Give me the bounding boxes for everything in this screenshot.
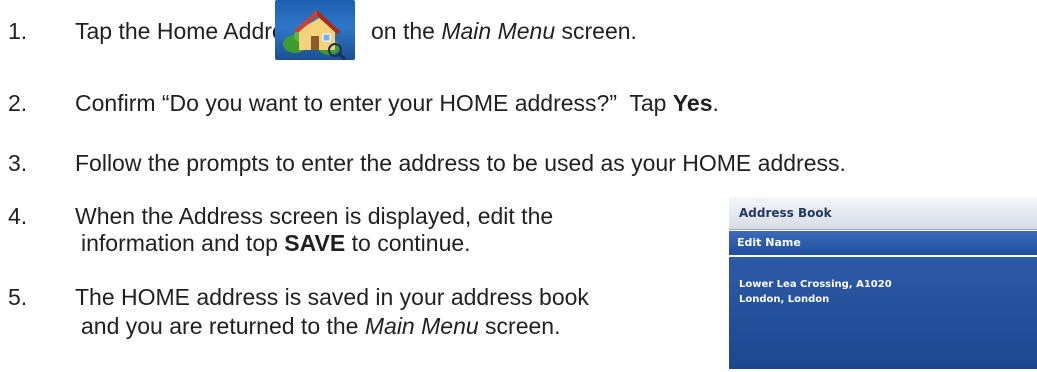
step-number: 2.	[8, 90, 28, 116]
step-text-line1: The HOME address is saved in your addres…	[75, 284, 589, 310]
step-number: 1.	[8, 18, 28, 44]
address-panel: Lower Lea Crossing, A1020 London, London	[729, 257, 1037, 369]
address-book-header: Address Book	[729, 197, 1037, 230]
step-text-post: screen.	[478, 313, 561, 339]
address-line-2: London, London	[739, 294, 830, 305]
step-text-pre: and you are returned to the	[81, 313, 365, 339]
home-address-icon	[275, 0, 355, 60]
step-text-line1: When the Address screen is displayed, ed…	[75, 203, 554, 229]
address-book-title: Address Book	[739, 206, 832, 220]
step-text-post: to continue.	[345, 230, 471, 256]
step-1-continued: on the Main Menu screen.	[371, 17, 637, 45]
step-text-post: screen.	[555, 18, 637, 44]
edit-name-label: Edit Name	[737, 236, 801, 249]
step-text-pre: information and top	[81, 230, 285, 256]
main-menu-ref: Main Menu	[441, 18, 556, 44]
step-number: 4.	[8, 203, 28, 229]
step-text-end: .	[712, 90, 719, 116]
step-text: Confirm “Do you want to enter your HOME …	[75, 90, 673, 116]
step-number: 3.	[8, 150, 28, 176]
edit-name-bar: Edit Name	[729, 231, 1037, 255]
address-line-1: Lower Lea Crossing, A1020	[739, 279, 892, 290]
step-number: 5.	[8, 284, 28, 310]
yes-ref: Yes	[672, 90, 713, 116]
step-text-pre: on the	[371, 18, 442, 44]
address-book-screenshot: Address Book Edit Name Lower Lea Crossin…	[729, 197, 1037, 369]
main-menu-ref: Main Menu	[364, 313, 479, 339]
save-ref: SAVE	[284, 230, 346, 256]
step-text: Follow the prompts to enter the address …	[75, 150, 846, 176]
